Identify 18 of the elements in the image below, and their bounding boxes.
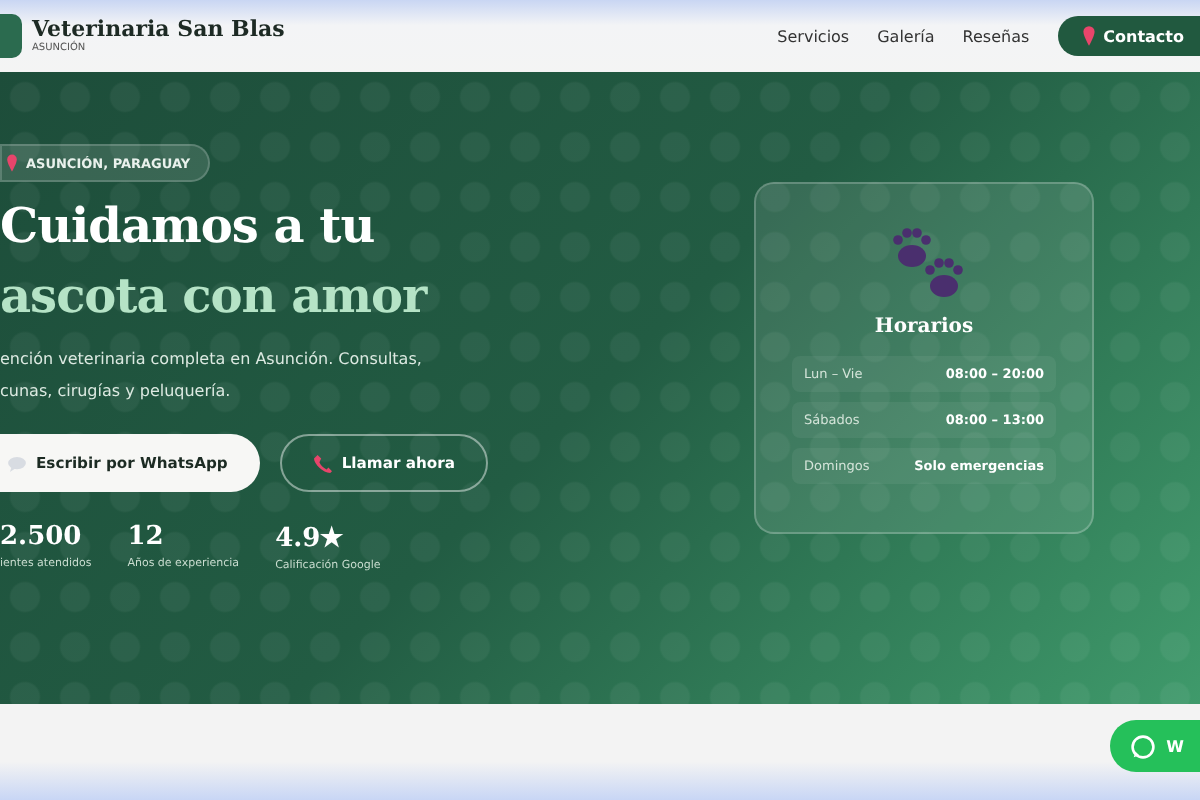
- speech-bubble-icon: [8, 455, 26, 471]
- hero-description: ención veterinaria completa en Asunción. Consultas, cunas, cirugías y peluquería.: [0, 348, 424, 404]
- stat-value: 2.500: [0, 522, 84, 552]
- nav-link[interactable]: Galería: [877, 27, 935, 45]
- pin-icon: [6, 154, 18, 172]
- stat-value: 4.9★: [275, 522, 347, 554]
- phone-icon: [313, 453, 332, 473]
- logo-icon: [0, 14, 22, 58]
- card-title: Horarios: [874, 316, 974, 338]
- whatsapp-icon: [1130, 733, 1157, 759]
- pin-icon: [1081, 26, 1096, 46]
- contact-button[interactable]: Contacto: [1057, 16, 1200, 56]
- hero-title: Cuidamos a tu: [0, 194, 377, 258]
- stat-value: 12: [127, 522, 166, 552]
- nav-link[interactable]: Reseñas: [962, 27, 1030, 45]
- nav-link[interactable]: Servicios: [777, 27, 850, 45]
- hero-title: ascota con amor: [0, 264, 430, 328]
- brand-name[interactable]: Veterinaria San Blas: [32, 18, 285, 40]
